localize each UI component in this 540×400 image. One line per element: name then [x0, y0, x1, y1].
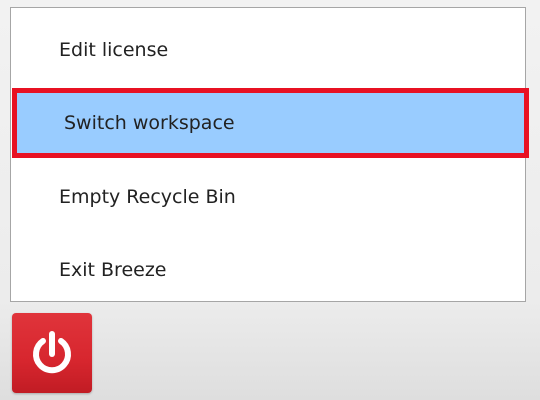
menu-item-edit-license[interactable]: Edit license: [11, 18, 525, 82]
context-menu: Edit license Switch workspace Empty Recy…: [10, 7, 529, 302]
menu-item-label: Empty Recycle Bin: [59, 186, 236, 208]
menu-item-empty-recycle-bin[interactable]: Empty Recycle Bin: [11, 165, 525, 229]
menu-item-switch-workspace[interactable]: Switch workspace: [12, 88, 529, 158]
menu-item-label: Edit license: [59, 39, 169, 61]
menu-item-exit-breeze[interactable]: Exit Breeze: [11, 238, 525, 302]
power-icon: [33, 331, 71, 374]
menu-item-label: Switch workspace: [64, 112, 235, 134]
power-button[interactable]: [12, 313, 92, 393]
menu-item-label: Exit Breeze: [59, 259, 167, 281]
